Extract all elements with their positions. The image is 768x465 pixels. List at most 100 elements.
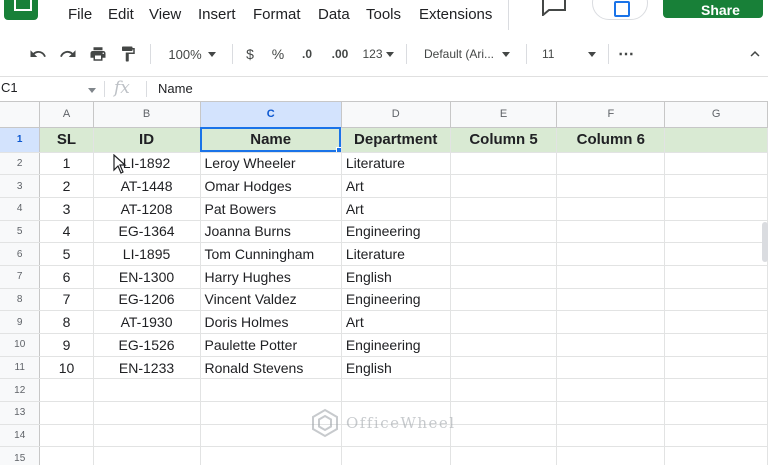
cell[interactable] [93, 446, 201, 465]
cell[interactable] [556, 152, 666, 176]
cell[interactable] [450, 310, 558, 334]
cell[interactable]: 7 [39, 288, 94, 312]
cell[interactable]: 9 [39, 333, 94, 357]
cell[interactable] [664, 333, 768, 357]
cell[interactable]: Ronald Stevens [200, 356, 342, 380]
menu-view[interactable]: View [149, 6, 181, 23]
cell[interactable] [450, 333, 558, 357]
cell[interactable] [556, 197, 666, 221]
print-icon[interactable] [86, 42, 110, 66]
cell[interactable]: Omar Hodges [200, 174, 342, 198]
cell[interactable] [664, 197, 768, 221]
menu-extensions[interactable]: Extensions [419, 6, 492, 23]
cell[interactable]: 6 [39, 265, 94, 289]
cell[interactable] [450, 356, 558, 380]
cell[interactable]: 1 [39, 152, 94, 176]
header-cell[interactable]: Name [200, 127, 342, 153]
cell[interactable]: Engineering [341, 220, 451, 244]
cell[interactable]: Engineering [341, 288, 451, 312]
select-all-corner[interactable] [0, 102, 41, 128]
menu-insert[interactable]: Insert [198, 6, 236, 23]
row-header[interactable]: 15 [0, 446, 41, 465]
row-header[interactable]: 6 [0, 242, 41, 266]
cell[interactable]: Paulette Potter [200, 333, 342, 357]
more-options-icon[interactable]: ⋯ [614, 42, 638, 66]
row-header[interactable]: 2 [0, 152, 41, 176]
cell[interactable]: LI-1892 [93, 152, 201, 176]
cell[interactable] [450, 378, 558, 403]
cell[interactable] [664, 401, 768, 425]
cell[interactable] [556, 220, 666, 244]
menu-format[interactable]: Format [253, 6, 301, 23]
cell[interactable]: Leroy Wheeler [200, 152, 342, 176]
cell[interactable]: AT-1930 [93, 310, 201, 334]
cell[interactable] [341, 446, 451, 465]
cell[interactable] [664, 378, 768, 403]
cell[interactable] [39, 401, 94, 425]
cell[interactable]: 2 [39, 174, 94, 198]
decrease-decimal-button[interactable]: .0 [296, 42, 318, 66]
cell[interactable]: 5 [39, 242, 94, 266]
row-header[interactable]: 12 [0, 378, 41, 403]
increase-decimal-button[interactable]: .00 [326, 42, 354, 66]
column-header-c[interactable]: C [200, 102, 342, 128]
cell[interactable] [450, 152, 558, 176]
cell[interactable] [556, 378, 666, 403]
header-cell[interactable]: Column 5 [450, 127, 558, 153]
cell[interactable] [664, 152, 768, 176]
cell[interactable] [93, 378, 201, 403]
cell[interactable]: LI-1895 [93, 242, 201, 266]
cell[interactable]: Art [341, 310, 451, 334]
currency-format-button[interactable]: $ [240, 42, 260, 66]
cell[interactable] [664, 174, 768, 198]
cell[interactable]: Pat Bowers [200, 197, 342, 221]
cell[interactable] [664, 265, 768, 289]
header-cell[interactable]: ID [93, 127, 201, 153]
name-box[interactable]: C1 [0, 80, 100, 100]
cell[interactable] [556, 356, 666, 380]
comment-icon[interactable] [540, 0, 568, 18]
row-header[interactable]: 11 [0, 356, 41, 380]
cell[interactable] [664, 242, 768, 266]
header-cell[interactable]: SL [39, 127, 94, 153]
cell[interactable] [450, 446, 558, 465]
cell[interactable]: Literature [341, 242, 451, 266]
meet-button[interactable] [592, 0, 648, 20]
cell[interactable]: Joanna Burns [200, 220, 342, 244]
cell[interactable]: EG-1364 [93, 220, 201, 244]
cell[interactable] [556, 310, 666, 334]
menu-edit[interactable]: Edit [108, 6, 134, 23]
cell[interactable] [664, 446, 768, 465]
cell[interactable]: 8 [39, 310, 94, 334]
cell[interactable]: EN-1233 [93, 356, 201, 380]
cell[interactable] [556, 174, 666, 198]
cell[interactable] [450, 242, 558, 266]
column-header-e[interactable]: E [450, 102, 558, 128]
cell[interactable] [556, 401, 666, 425]
sheets-logo-icon[interactable] [4, 0, 38, 20]
cell[interactable] [93, 401, 201, 425]
cell[interactable] [556, 424, 666, 448]
column-header-d[interactable]: D [341, 102, 451, 128]
percent-format-button[interactable]: % [268, 42, 288, 66]
cell[interactable]: Engineering [341, 333, 451, 357]
row-header[interactable]: 3 [0, 174, 41, 198]
font-size-select[interactable]: 11 [534, 42, 604, 66]
cell[interactable]: English [341, 265, 451, 289]
more-formats-select[interactable]: 123 [358, 42, 398, 66]
cell[interactable]: EG-1206 [93, 288, 201, 312]
cell[interactable]: Harry Hughes [200, 265, 342, 289]
cell[interactable] [556, 288, 666, 312]
row-header[interactable]: 9 [0, 310, 41, 334]
cell[interactable]: 3 [39, 197, 94, 221]
cell[interactable] [664, 424, 768, 448]
column-header-g[interactable]: G [664, 102, 768, 128]
cell[interactable]: Literature [341, 152, 451, 176]
vertical-scrollbar[interactable] [762, 222, 768, 262]
cell[interactable]: English [341, 356, 451, 380]
undo-icon[interactable] [26, 42, 50, 66]
cell[interactable] [556, 446, 666, 465]
cell[interactable] [664, 288, 768, 312]
row-header[interactable]: 8 [0, 288, 41, 312]
cell[interactable] [450, 265, 558, 289]
